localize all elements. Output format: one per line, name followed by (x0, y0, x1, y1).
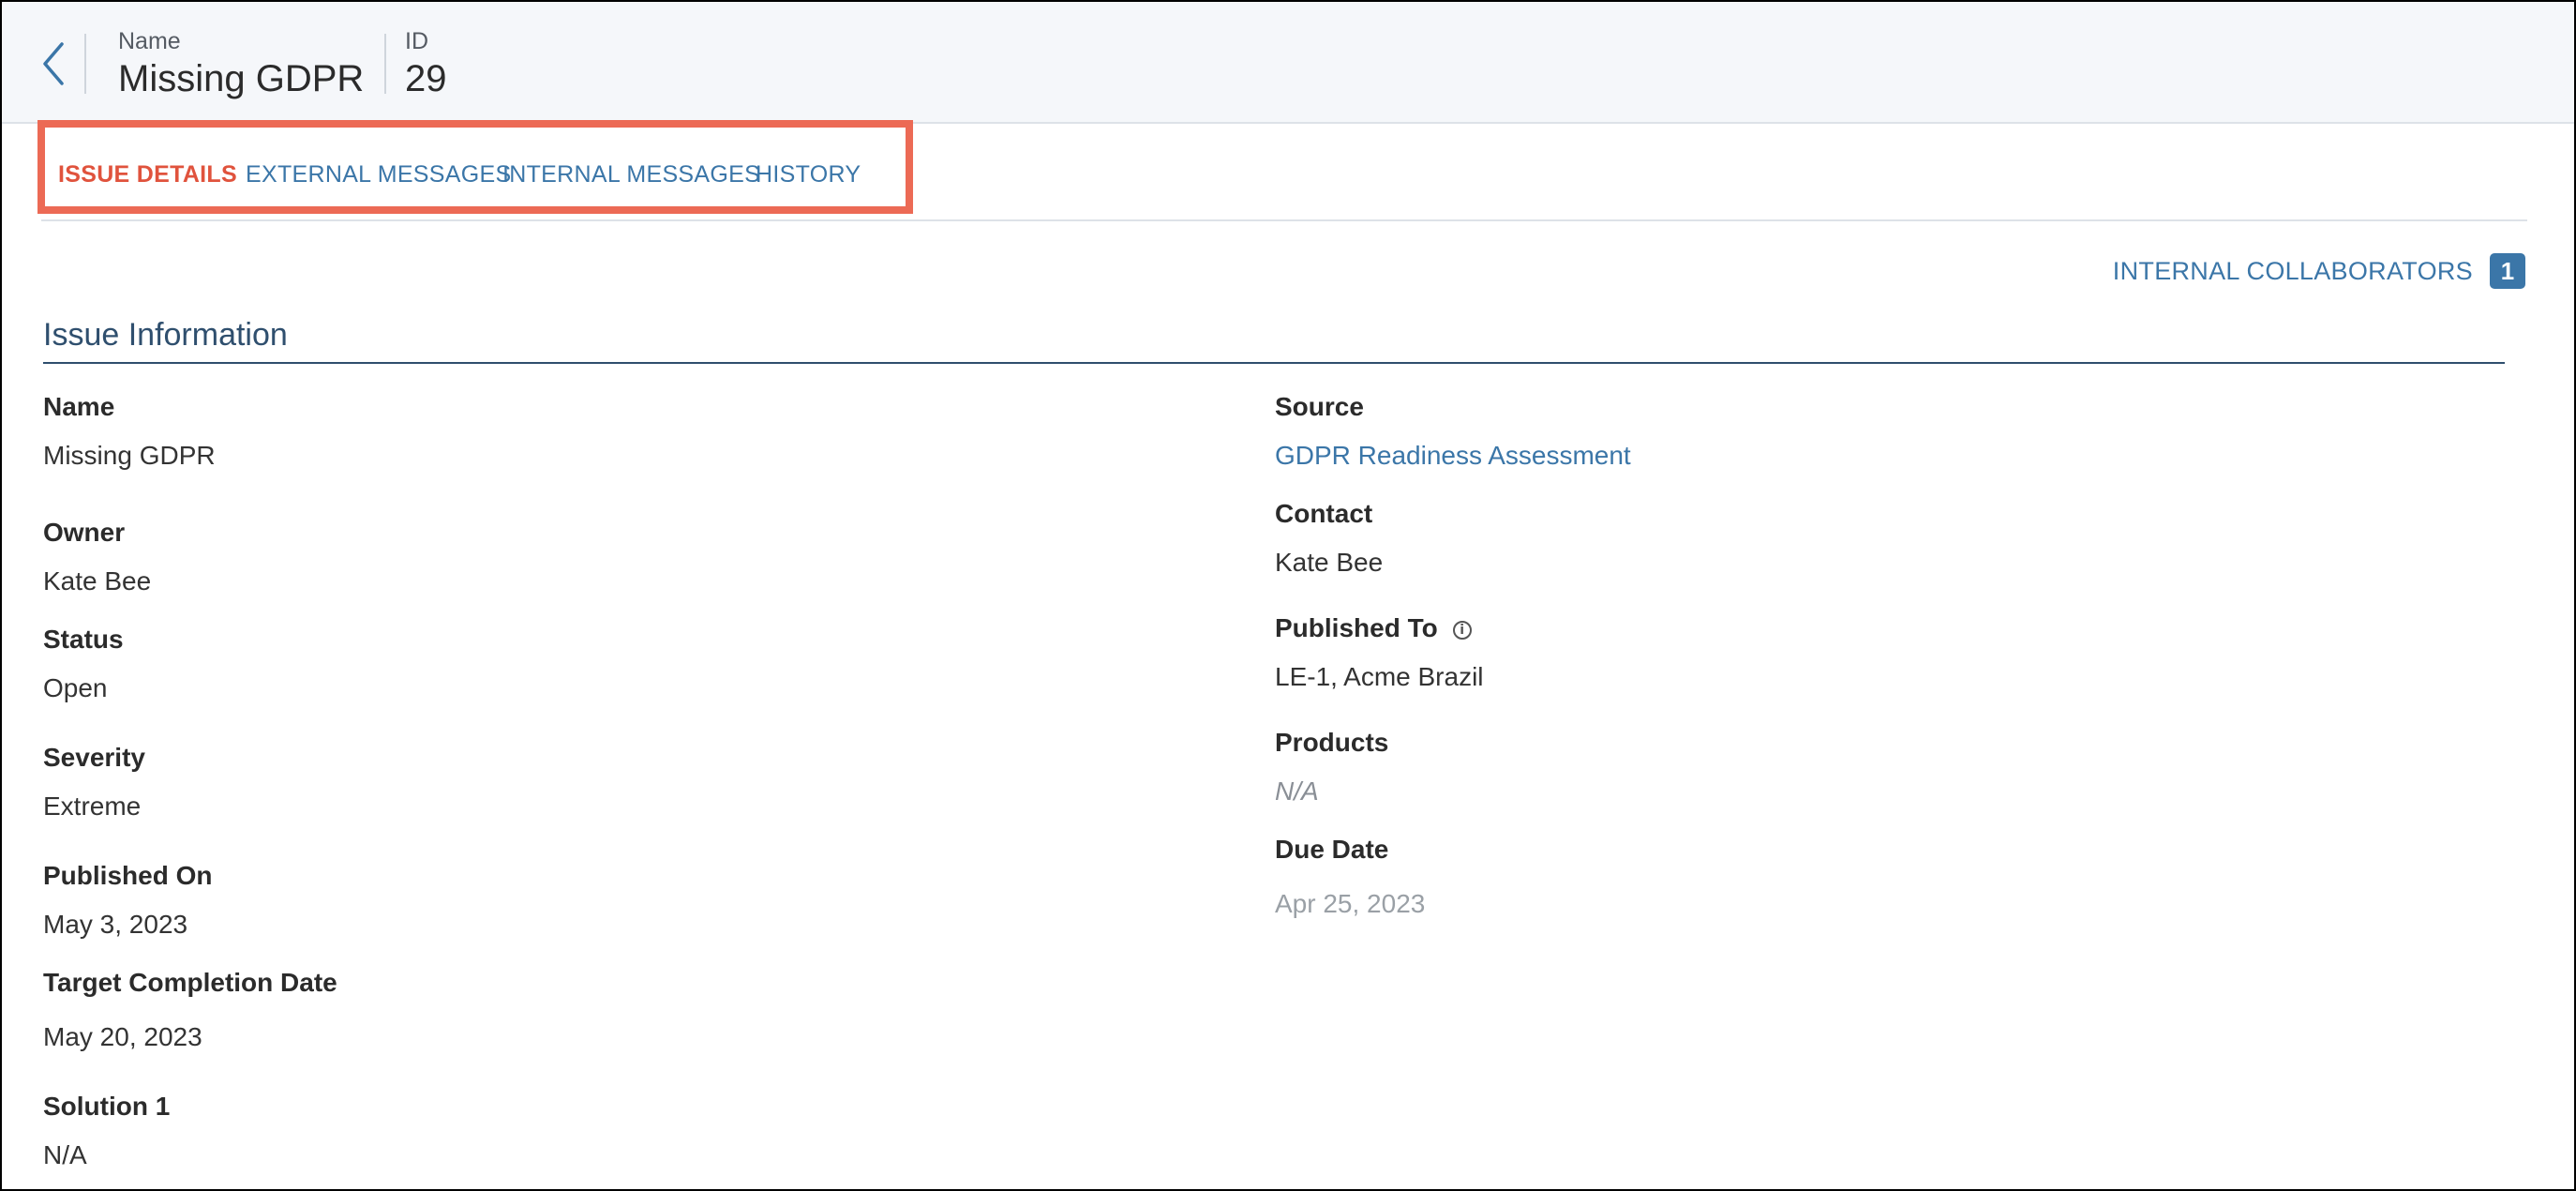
field-value-status: Open (43, 673, 108, 702)
field-value-published-on: May 3, 2023 (43, 910, 188, 939)
field-value-products: N/A (1275, 776, 1319, 806)
header-name-label: Name (118, 28, 181, 54)
field-value-name: Missing GDPR (43, 441, 216, 470)
section-divider (43, 362, 2505, 364)
info-icon[interactable]: i (1452, 620, 1472, 640)
collaborators-count-badge: 1 (2490, 253, 2525, 289)
back-button[interactable] (30, 34, 77, 94)
field-label-name: Name (43, 392, 115, 421)
field-label-severity: Severity (43, 743, 145, 772)
internal-collaborators-label: INTERNAL COLLABORATORS (2112, 256, 2473, 285)
published-to-label-text: Published To (1275, 613, 1438, 642)
source-link[interactable]: GDPR Readiness Assessment (1275, 441, 1631, 471)
tab-internal-messages[interactable]: INTERNAL MESSAGES (502, 161, 760, 188)
field-label-due-date: Due Date (1275, 835, 1389, 864)
field-label-status: Status (43, 625, 124, 654)
field-label-published-to: Published To i (1275, 613, 1472, 643)
internal-collaborators-button[interactable]: INTERNAL COLLABORATORS 1 (2113, 253, 2525, 289)
field-label-owner: Owner (43, 518, 126, 547)
field-label-products: Products (1275, 728, 1389, 757)
field-label-published-on: Published On (43, 861, 213, 890)
tab-bar: ISSUE DETAILS EXTERNAL MESSAGES INTERNAL… (41, 143, 2527, 221)
field-value-solution-1: N/A (43, 1140, 87, 1169)
tab-issue-details[interactable]: ISSUE DETAILS (58, 161, 237, 188)
tab-history[interactable]: HISTORY (756, 161, 861, 188)
header-name-value: Missing GDPR (118, 58, 365, 99)
field-label-solution-1: Solution 1 (43, 1092, 171, 1121)
section-title: Issue Information (43, 317, 288, 353)
field-value-due-date: Apr 25, 2023 (1275, 889, 1426, 918)
field-label-contact: Contact (1275, 499, 1373, 528)
field-value-severity: Extreme (43, 791, 142, 821)
field-value-published-to: LE-1, Acme Brazil (1275, 662, 1484, 691)
field-label-source: Source (1275, 392, 1364, 421)
header-id-value: 29 (405, 58, 447, 99)
field-label-target-completion-date: Target Completion Date (43, 968, 337, 997)
record-header: Name Missing GDPR ID 29 (2, 2, 2574, 124)
field-value-target-completion-date: May 20, 2023 (43, 1022, 202, 1051)
header-divider (84, 34, 86, 94)
header-divider (384, 34, 386, 94)
header-id-label: ID (405, 28, 428, 54)
tab-external-messages[interactable]: EXTERNAL MESSAGES (246, 161, 511, 188)
page-frame: Name Missing GDPR ID 29 ISSUE DETAILS EX… (0, 0, 2576, 1191)
chevron-left-icon (43, 42, 64, 85)
field-value-contact: Kate Bee (1275, 548, 1384, 577)
field-value-owner: Kate Bee (43, 566, 152, 596)
